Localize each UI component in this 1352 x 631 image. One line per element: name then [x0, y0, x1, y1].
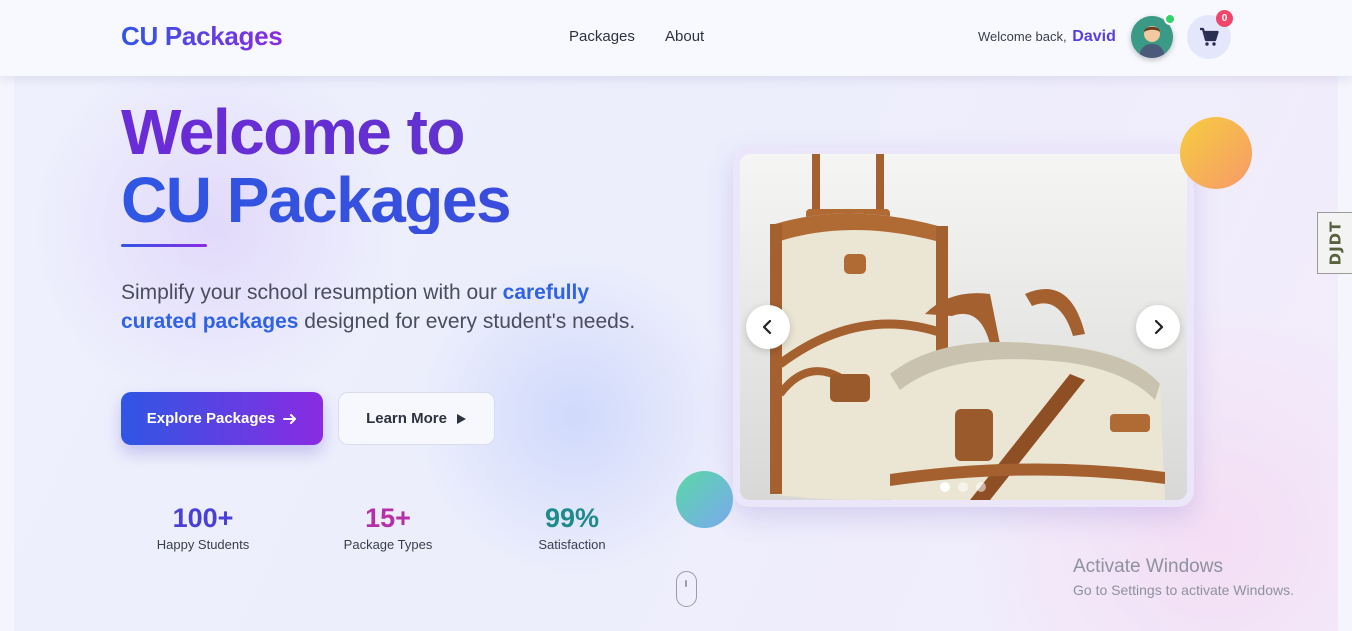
stat-package-types: 15+ Package Types: [313, 503, 463, 552]
carousel-dot-2[interactable]: [958, 482, 968, 492]
online-status-icon: [1164, 13, 1176, 25]
debug-toolbar-handle[interactable]: DJDT: [1317, 212, 1352, 274]
hero-subtitle: Simplify your school resumption with our…: [121, 278, 651, 336]
navbar: CU Packages Packages About Welcome back,…: [0, 0, 1352, 76]
stat-label: Satisfaction: [538, 537, 606, 552]
learn-more-button[interactable]: Learn More: [338, 392, 495, 445]
hero-title: Welcome to CU Packages: [121, 98, 681, 234]
hero-title-line-1: Welcome to: [121, 98, 681, 166]
stat-satisfaction: 99% Satisfaction: [497, 503, 647, 552]
welcome-text: Welcome back,: [978, 29, 1067, 44]
carousel-next-button[interactable]: [1136, 305, 1180, 349]
stat-value: 100+: [172, 503, 234, 533]
decorative-circle-teal: [676, 471, 733, 528]
explore-packages-label: Explore Packages: [146, 410, 276, 427]
decorative-circle-yellow: [1180, 117, 1252, 189]
stat-happy-students: 100+ Happy Students: [128, 503, 278, 552]
nav-link-about[interactable]: About: [665, 28, 704, 45]
carousel-dot-3[interactable]: [976, 482, 986, 492]
subtitle-text: Simplify your school resumption with our: [121, 281, 503, 304]
chevron-right-icon: [1154, 320, 1164, 334]
watermark-line-2: Go to Settings to activate Windows.: [1073, 582, 1294, 598]
play-icon: [456, 413, 466, 424]
cart-count-badge: 0: [1216, 10, 1233, 27]
scroll-indicator-icon[interactable]: [676, 571, 697, 607]
subtitle-text-end: designed for every student's needs.: [298, 310, 636, 333]
brand-logo[interactable]: CU Packages: [121, 21, 283, 52]
chevron-left-icon: [762, 320, 772, 334]
debug-toolbar-label: DJDT: [1326, 220, 1344, 266]
explore-packages-button[interactable]: Explore Packages: [121, 392, 323, 445]
arrow-right-icon: [283, 413, 297, 424]
hero-title-line-2: CU Packages: [121, 166, 681, 234]
welcome-message: Welcome back, David: [978, 28, 1116, 46]
watermark-line-1: Activate Windows: [1073, 556, 1223, 577]
learn-more-label: Learn More: [366, 410, 447, 427]
carousel-slide-image: [740, 154, 1187, 500]
carousel-indicators: [940, 482, 986, 492]
title-underline: [121, 244, 207, 247]
activate-windows-watermark: Activate Windows Go to Settings to activ…: [1073, 556, 1294, 602]
stat-label: Package Types: [343, 537, 433, 552]
stat-value: 15+: [365, 503, 411, 533]
luggage-illustration: [770, 154, 1165, 500]
stat-label: Happy Students: [156, 537, 250, 552]
nav-link-packages[interactable]: Packages: [569, 28, 635, 45]
stat-value: 99%: [544, 503, 600, 533]
carousel-dot-1[interactable]: [940, 482, 950, 492]
username: David: [1072, 28, 1116, 45]
carousel-prev-button[interactable]: [746, 305, 790, 349]
